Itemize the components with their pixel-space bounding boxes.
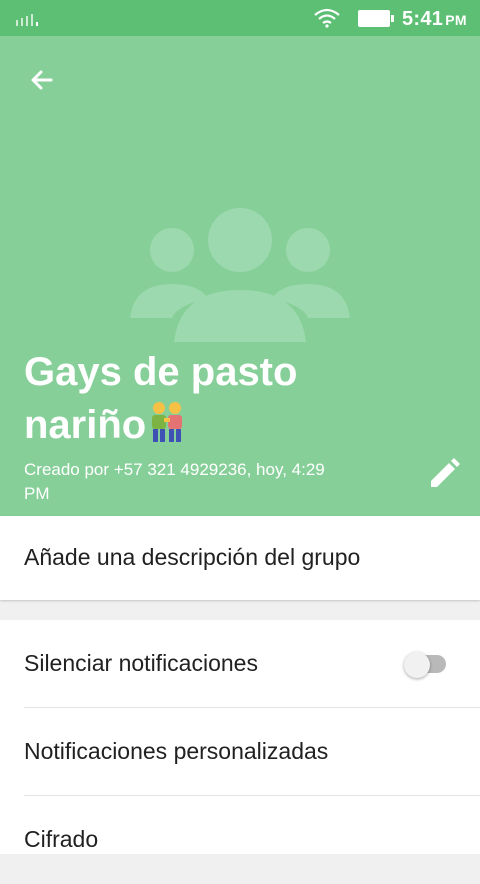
status-bar: 5:41 PM (0, 0, 480, 36)
arrow-left-icon[interactable] (24, 62, 60, 98)
created-info-line-2: PM (24, 484, 50, 503)
group-title: Gays de pasto nariño (24, 346, 424, 452)
custom-notifications-label: Notificaciones personalizadas (24, 738, 329, 764)
clock-ampm: PM (445, 12, 467, 28)
mute-notifications-toggle[interactable] (404, 652, 446, 678)
battery-icon (358, 10, 394, 27)
group-title-line-2: nariño (24, 403, 147, 447)
two-men-emoji-icon (152, 402, 183, 442)
group-icon (130, 208, 350, 342)
group-title-line-1: Gays de pasto (24, 350, 298, 394)
wifi-icon (314, 8, 340, 28)
pencil-icon[interactable] (426, 456, 462, 492)
signal-icon (16, 14, 38, 26)
group-created-info: Creado por +57 321 4929236, hoy, 4:29 PM (24, 458, 384, 506)
clock-time: 5:41 (402, 8, 444, 30)
add-description-label: Añade una descripción del grupo (24, 544, 361, 570)
custom-notifications-row[interactable]: Notificaciones personalizadas (24, 708, 480, 796)
encryption-row[interactable]: Cifrado (24, 796, 480, 884)
mute-notifications-row[interactable]: Silenciar notificaciones (24, 620, 480, 708)
group-settings-list: Silenciar notificaciones Notificaciones … (0, 620, 480, 854)
encryption-label: Cifrado (24, 826, 99, 852)
toggle-thumb (404, 652, 430, 678)
clock: 5:41 PM (402, 8, 467, 31)
created-info-line-1: Creado por +57 321 4929236, hoy, 4:29 (24, 460, 325, 479)
group-description-row[interactable]: Añade una descripción del grupo (0, 516, 480, 600)
group-header: Gays de pasto nariño Creado por +57 321 … (0, 36, 480, 516)
mute-notifications-label: Silenciar notificaciones (24, 650, 258, 676)
